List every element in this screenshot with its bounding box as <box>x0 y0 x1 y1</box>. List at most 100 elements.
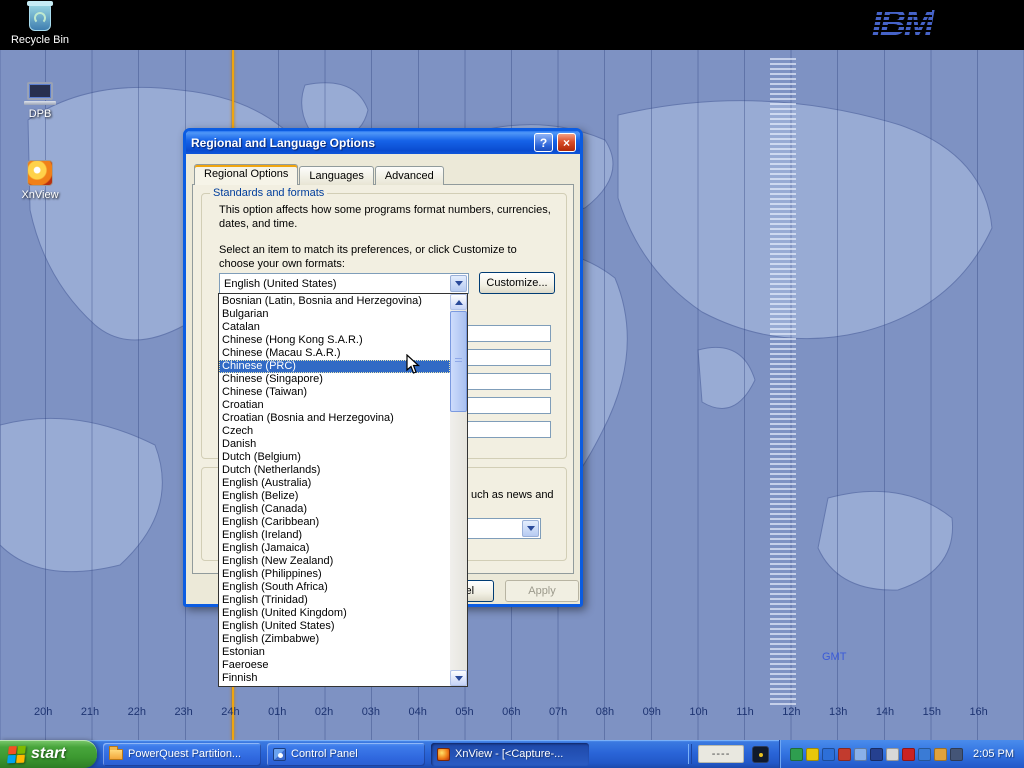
standards-description: This option affects how some programs fo… <box>219 203 559 231</box>
tray-icon[interactable] <box>902 748 915 761</box>
language-list-item[interactable]: Faeroese <box>219 659 450 672</box>
timezone-hour-label: 10h <box>689 706 707 718</box>
gmt-label: GMT <box>822 651 846 663</box>
language-list-item[interactable]: English (Philippines) <box>219 568 450 581</box>
start-button[interactable]: start <box>0 740 97 768</box>
list-scrollbar[interactable] <box>450 294 467 686</box>
help-button[interactable]: ? <box>534 133 553 152</box>
language-list-item[interactable]: Czech <box>219 425 450 438</box>
tray-icon[interactable] <box>790 748 803 761</box>
timezone-hour-label: 02h <box>315 706 333 718</box>
language-list-item[interactable]: English (Canada) <box>219 503 450 516</box>
windows-logo-icon <box>7 745 26 763</box>
language-list-item[interactable]: Bulgarian <box>219 308 450 321</box>
taskbar-task-powerquest[interactable]: PowerQuest Partition... <box>103 743 261 766</box>
taskbar-clock[interactable]: 2:05 PM <box>973 748 1014 760</box>
desktop-icon-label: DPB <box>29 108 52 120</box>
close-button[interactable]: × <box>557 133 576 152</box>
timezone-hour-label: 03h <box>362 706 380 718</box>
dialog-tabs: Regional Options Languages Advanced <box>194 164 445 185</box>
language-list-item[interactable]: English (Zimbabwe) <box>219 633 450 646</box>
tray-icon[interactable] <box>918 748 931 761</box>
language-list-item[interactable]: English (United Kingdom) <box>219 607 450 620</box>
language-list-item[interactable]: Dutch (Netherlands) <box>219 464 450 477</box>
timezone-hour-label: 13h <box>829 706 847 718</box>
deskband-icon[interactable] <box>752 746 769 763</box>
scrollbar-up-button[interactable] <box>450 294 467 310</box>
language-list-item[interactable]: English (United States) <box>219 620 450 633</box>
top-banner: IBM <box>0 0 1024 50</box>
tab-languages[interactable]: Languages <box>299 166 373 185</box>
taskbar-task-control-panel[interactable]: Control Panel <box>267 743 425 766</box>
chevron-down-icon <box>455 281 463 286</box>
tab-regional-options[interactable]: Regional Options <box>194 164 298 185</box>
timezone-hour-label: 07h <box>549 706 567 718</box>
dateline-hatch-band <box>770 58 796 708</box>
desktop-icon-label: XnView <box>21 189 58 201</box>
language-list-item[interactable]: English (Caribbean) <box>219 516 450 529</box>
timezone-hour-labels: 20h21h22h23h24h01h02h03h04h05h06h07h08h0… <box>0 706 1024 718</box>
language-list-item[interactable]: English (Belize) <box>219 490 450 503</box>
dialog-title: Regional and Language Options <box>191 136 375 150</box>
language-list-item[interactable]: English (South Africa) <box>219 581 450 594</box>
task-label: Control Panel <box>291 748 358 760</box>
chevron-down-icon <box>527 526 535 531</box>
language-list-item[interactable]: English (Jamaica) <box>219 542 450 555</box>
language-list-item[interactable]: Danish <box>219 438 450 451</box>
combo-dropdown-button[interactable] <box>522 520 539 537</box>
timezone-hour-label: 04h <box>409 706 427 718</box>
apply-button[interactable]: Apply <box>505 580 579 602</box>
folder-icon <box>109 749 123 760</box>
language-list-item[interactable]: Catalan <box>219 321 450 334</box>
system-tray: 2:05 PM <box>779 740 1024 768</box>
desktop-icon-dpb[interactable]: DPB <box>8 82 72 120</box>
taskbar-task-xnview[interactable]: XnView - [<Capture-... <box>431 743 589 766</box>
timezone-hour-label: 23h <box>174 706 192 718</box>
tab-advanced[interactable]: Advanced <box>375 166 444 185</box>
tray-icon[interactable] <box>870 748 883 761</box>
language-list-item[interactable]: Chinese (Hong Kong S.A.R.) <box>219 334 450 347</box>
deskband-toolbar[interactable]: ---- <box>698 745 744 763</box>
language-list-item[interactable]: Bosnian (Latin, Bosnia and Herzegovina) <box>219 295 450 308</box>
dialog-titlebar[interactable]: Regional and Language Options <box>186 131 580 154</box>
tray-icon[interactable] <box>950 748 963 761</box>
language-list-item[interactable]: English (Ireland) <box>219 529 450 542</box>
timezone-hour-label: 15h <box>923 706 941 718</box>
chevron-down-icon <box>455 676 463 681</box>
language-list-item[interactable]: English (Australia) <box>219 477 450 490</box>
group-caption: Standards and formats <box>210 187 327 199</box>
task-label: XnView - [<Capture-... <box>455 748 563 760</box>
customize-button[interactable]: Customize... <box>479 272 555 294</box>
timezone-hour-label: 20h <box>34 706 52 718</box>
language-list-item[interactable]: Finnish <box>219 672 450 685</box>
control-panel-icon <box>273 748 286 761</box>
language-list-item[interactable]: Croatian (Bosnia and Herzegovina) <box>219 412 450 425</box>
tray-icon[interactable] <box>886 748 899 761</box>
language-list-item[interactable]: Chinese (Taiwan) <box>219 386 450 399</box>
tray-icon[interactable] <box>838 748 851 761</box>
tray-icon[interactable] <box>806 748 819 761</box>
tray-icon[interactable] <box>822 748 835 761</box>
language-list-item[interactable]: Dutch (Belgium) <box>219 451 450 464</box>
language-list-item[interactable]: English (New Zealand) <box>219 555 450 568</box>
ibm-logo: IBM <box>872 2 932 44</box>
language-list-item[interactable]: Estonian <box>219 646 450 659</box>
timezone-hour-label: 12h <box>782 706 800 718</box>
standards-combo[interactable]: English (United States) <box>219 273 469 294</box>
language-list-item[interactable]: Croatian <box>219 399 450 412</box>
desktop-icon-recycle-bin[interactable]: Recycle Bin <box>8 4 72 46</box>
timezone-hour-label: 22h <box>128 706 146 718</box>
desktop-icon-xnview[interactable]: XnView <box>8 160 72 201</box>
tray-icon[interactable] <box>854 748 867 761</box>
combo-dropdown-button[interactable] <box>450 275 467 292</box>
scrollbar-thumb[interactable] <box>450 311 467 412</box>
mouse-cursor <box>406 354 422 376</box>
tray-icon[interactable] <box>934 748 947 761</box>
standards-instruction: Select an item to match its preferences,… <box>219 243 555 271</box>
scrollbar-down-button[interactable] <box>450 670 467 686</box>
desktop-icon-label: Recycle Bin <box>11 34 69 46</box>
timezone-hour-label: 01h <box>268 706 286 718</box>
language-dropdown-list[interactable]: Bosnian (Latin, Bosnia and Herzegovina) … <box>218 293 468 687</box>
timezone-hour-label: 14h <box>876 706 894 718</box>
language-list-item[interactable]: English (Trinidad) <box>219 594 450 607</box>
